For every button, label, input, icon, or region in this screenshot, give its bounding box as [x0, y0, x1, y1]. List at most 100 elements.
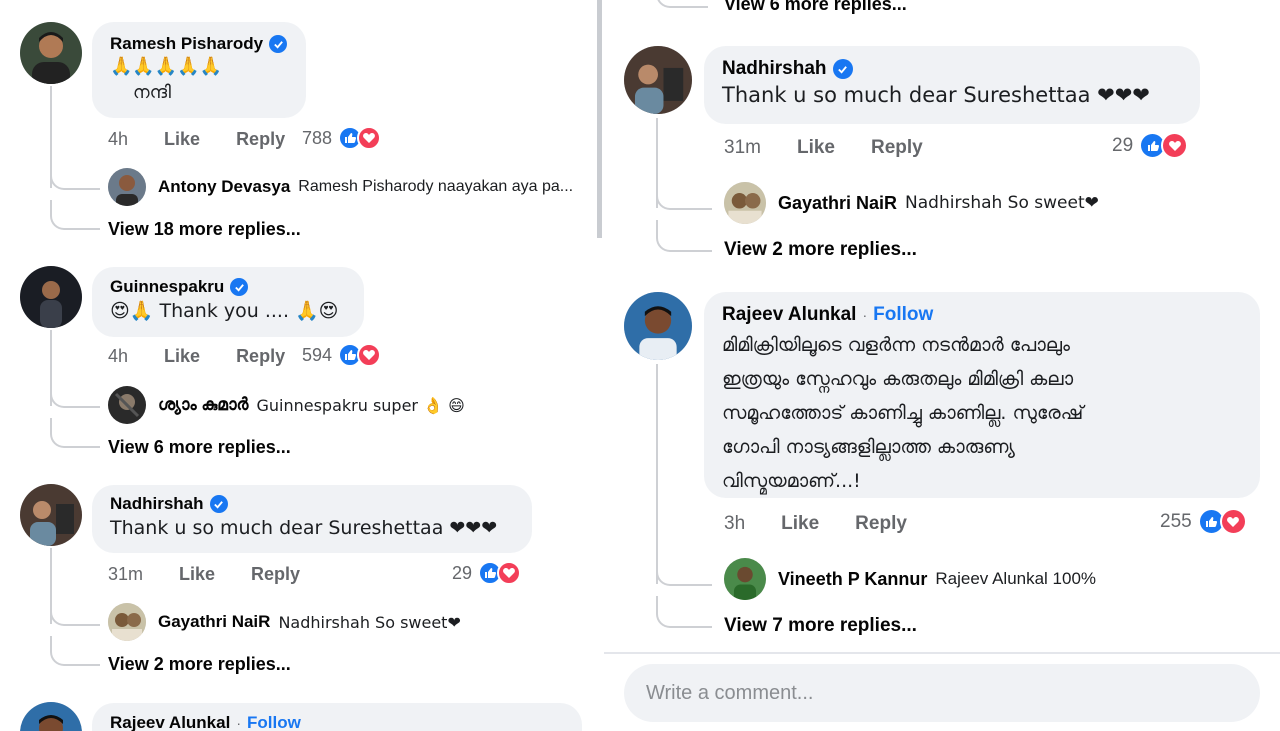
avatar-ramesh-pisharody[interactable] [20, 22, 82, 84]
comment-time[interactable]: 31m [724, 137, 761, 159]
comment-time[interactable]: 3h [724, 513, 745, 535]
reply-author[interactable]: Gayathri NaiR [778, 193, 897, 214]
reaction-count: 788 [302, 127, 333, 148]
reply-text: Ramesh Pisharody naayakan aya pa... [298, 178, 574, 195]
comment-author[interactable]: Ramesh Pisharody [110, 34, 263, 54]
reaction-count: 255 [1160, 510, 1192, 532]
reply-author[interactable]: ശ്യാം കുമാർ [158, 395, 248, 415]
reply-avatar[interactable] [108, 603, 146, 641]
reply-preview[interactable]: Vineeth P Kannur Rajeev Alunkal 100% [724, 558, 1264, 600]
reply-preview[interactable]: Antony Devasya Ramesh Pisharody naayakan… [108, 168, 580, 206]
love-reaction-icon [357, 343, 382, 367]
avatar-nadhirshah[interactable] [20, 484, 82, 546]
reaction-summary[interactable]: 594 [302, 343, 382, 367]
scrollbar[interactable] [597, 0, 602, 238]
avatar-rajeev-alunkal[interactable] [20, 702, 82, 731]
reply-button[interactable]: Reply [251, 564, 300, 585]
reply-text: Rajeev Alunkal 100% [935, 569, 1097, 588]
comment-author[interactable]: Nadhirshah [110, 494, 204, 514]
comment-bubble: Rajeev Alunkal · Follow [92, 703, 582, 731]
verified-badge-icon [230, 278, 249, 296]
comment-time[interactable]: 31m [108, 564, 143, 585]
reply-button[interactable]: Reply [871, 137, 923, 159]
reaction-summary[interactable]: 255 [1160, 508, 1247, 535]
thread-branch [50, 596, 100, 626]
follow-button[interactable]: Follow [247, 713, 301, 731]
view-more-replies-link[interactable]: View 6 more replies... [108, 437, 291, 458]
view-more-replies-link[interactable]: View 2 more replies... [724, 239, 917, 261]
reply-text: Guinnespakru super 👌 😄 [256, 395, 465, 415]
reaction-summary[interactable]: 788 [302, 126, 382, 150]
view-more-replies-link[interactable]: View 7 more replies... [724, 615, 917, 637]
view-more-replies-link[interactable]: View 18 more replies... [108, 219, 301, 240]
comment-time[interactable]: 4h [108, 346, 128, 367]
avatar-nadhirshah[interactable] [624, 46, 692, 114]
thread-branch [50, 378, 100, 408]
verified-badge-icon [269, 35, 288, 53]
thread-branch [50, 418, 100, 448]
like-button[interactable]: Like [179, 564, 215, 585]
comment-text: 🙏🙏🙏🙏🙏 നന്ദി [110, 56, 223, 103]
love-reaction-icon [1161, 132, 1189, 159]
comment-actions: 4h Like Reply [108, 346, 321, 367]
thread-branch [50, 200, 100, 230]
thread-branch [656, 0, 708, 8]
reply-author[interactable]: Antony Devasya [158, 177, 290, 197]
reply-button[interactable]: Reply [236, 129, 285, 150]
comment-actions: 31m Like Reply [108, 564, 336, 585]
like-button[interactable]: Like [164, 129, 200, 150]
thread-branch [50, 636, 100, 666]
reply-button[interactable]: Reply [236, 346, 285, 367]
thread-branch [656, 554, 712, 586]
comment-actions: 3h Like Reply [724, 513, 943, 535]
like-button[interactable]: Like [797, 137, 835, 159]
view-more-replies-link[interactable]: View 2 more replies... [108, 654, 291, 675]
reply-avatar[interactable] [724, 558, 766, 600]
reply-text: Nadhirshah So sweet❤ [905, 193, 1099, 213]
love-reaction-icon [357, 126, 382, 150]
comment-text: മിമിക്രിയിലൂടെ വളർന്ന നടൻമാർ പോലും ഇത്രയ… [722, 334, 1084, 492]
avatar-rajeev-alunkal[interactable] [624, 292, 692, 360]
reaction-count: 594 [302, 344, 333, 365]
thread-branch [656, 220, 712, 252]
right-comments-panel: View 6 more replies... Nadhirshah Thank … [604, 0, 1280, 731]
reply-avatar[interactable] [108, 168, 146, 206]
like-button[interactable]: Like [164, 346, 200, 367]
reply-text: Nadhirshah So sweet❤ [278, 612, 461, 632]
reply-preview[interactable]: Gayathri NaiR Nadhirshah So sweet❤ [108, 603, 580, 641]
comment-author[interactable]: Rajeev Alunkal [722, 304, 856, 326]
comment-author[interactable]: Nadhirshah [722, 58, 827, 80]
comment-time[interactable]: 4h [108, 129, 128, 150]
comment-bubble: Guinnespakru 😍🙏 Thank you .... 🙏😍 [92, 267, 364, 337]
view-more-replies-link[interactable]: View 6 more replies... [724, 0, 907, 15]
comment-author[interactable]: Rajeev Alunkal [110, 713, 230, 731]
comment-text: 😍🙏 Thank you .... 🙏😍 [110, 300, 339, 322]
comment-actions: 4h Like Reply [108, 129, 321, 150]
love-reaction-icon [497, 561, 522, 585]
love-reaction-icon [1219, 508, 1247, 535]
comment-author[interactable]: Guinnespakru [110, 277, 224, 297]
like-button[interactable]: Like [781, 513, 819, 535]
comment-bubble: Rajeev Alunkal · Follow മിമിക്രിയിലൂടെ വളർ… [704, 292, 1260, 498]
reply-preview[interactable]: Gayathri NaiR Nadhirshah So sweet❤ [724, 182, 1264, 224]
comment-actions: 31m Like Reply [724, 137, 959, 159]
comment-bubble: Nadhirshah Thank u so much dear Sureshet… [704, 46, 1200, 124]
reaction-summary[interactable]: 29 [452, 561, 522, 585]
verified-badge-icon [209, 495, 228, 513]
follow-button[interactable]: Follow [873, 304, 933, 326]
comment-input[interactable] [646, 681, 1238, 705]
reply-author[interactable]: Vineeth P Kannur [778, 569, 927, 590]
reply-avatar[interactable] [724, 182, 766, 224]
comment-text: Thank u so much dear Sureshettaa ❤❤❤ [722, 83, 1150, 107]
reply-author[interactable]: Gayathri NaiR [158, 612, 270, 632]
reaction-summary[interactable]: 29 [1112, 132, 1189, 159]
write-comment-box[interactable] [624, 664, 1260, 722]
divider [604, 652, 1280, 654]
reply-avatar[interactable] [108, 386, 146, 424]
thread-branch [656, 596, 712, 628]
avatar-guinnespakru[interactable] [20, 266, 82, 328]
reply-preview[interactable]: ശ്യാം കുമാർ Guinnespakru super 👌 😄 [108, 386, 580, 424]
reply-button[interactable]: Reply [855, 513, 907, 535]
reaction-count: 29 [452, 562, 473, 583]
comment-bubble: Ramesh Pisharody 🙏🙏🙏🙏🙏 നന്ദി [92, 22, 306, 118]
